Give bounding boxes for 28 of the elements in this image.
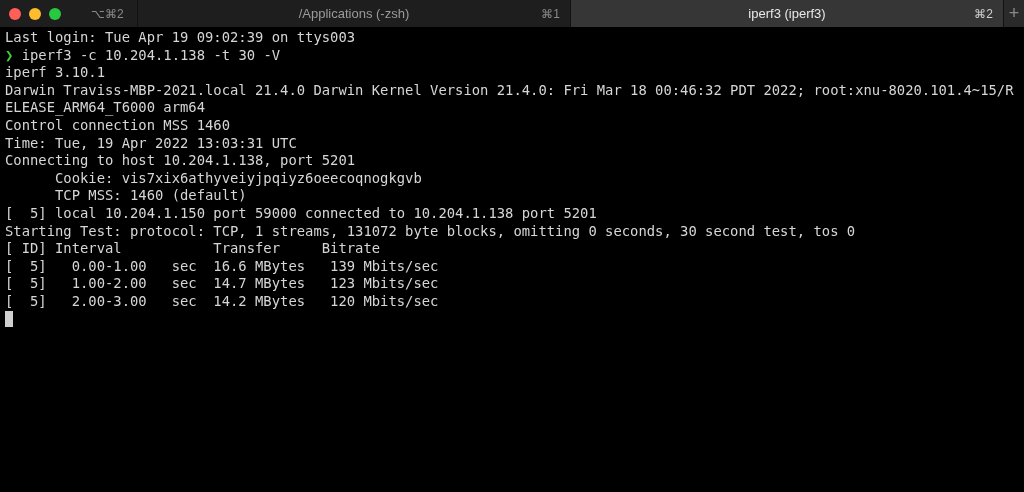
output-line: [ 5] 2.00-3.00 sec 14.2 MBytes 120 Mbits/sec <box>5 292 439 309</box>
tab-label: /Applications (-zsh) <box>298 4 410 23</box>
output-line: [ 5] 0.00-1.00 sec 16.6 MBytes 139 Mbits/sec <box>5 257 439 274</box>
output-line: Darwin Traviss-MBP-2021.local 21.4.0 Darwin Kernel Version 21.4.0: Fri Mar 18 00:46:32 PDT 2022; root:xnu-8020.101.4~15/R <box>5 81 1014 98</box>
output-line: ELEASE_ARM64_T6000 arm64 <box>5 99 206 116</box>
output-line: [ 5] 1.00-2.00 sec 14.7 MBytes 123 Mbits/sec <box>5 275 439 292</box>
new-tab-button[interactable]: + <box>1003 0 1024 27</box>
output-line: Connecting to host 10.204.1.138, port 5201 <box>5 152 356 169</box>
output-line: Starting Test: protocol: TCP, 1 streams, 131072 byte blocks, omitting 0 seconds, 30 second test, tos 0 <box>5 222 856 239</box>
zoom-icon[interactable] <box>49 7 61 20</box>
prompt-symbol: ❯ <box>5 46 14 63</box>
tab-shortcut: ⌘1 <box>541 5 560 23</box>
output-line: [ 5] local 10.204.1.150 port 59000 connected to 10.204.1.138 port 5201 <box>5 204 597 221</box>
output-line: Control connection MSS 1460 <box>5 116 231 133</box>
tab[interactable]: iperf3 (iperf3) ⌘2 <box>570 0 1003 27</box>
output-line: Cookie: vis7xix6athyveiyjpqiyz6oeecoqnogkgvb <box>54 169 422 186</box>
command-text: iperf3 -c 10.204.1.138 -t 30 -V <box>20 46 281 63</box>
output-line: Time: Tue, 19 Apr 2022 13:03:31 UTC <box>5 134 297 151</box>
window-shortcut: ⌥⌘2 <box>91 5 124 23</box>
close-icon[interactable] <box>9 7 21 20</box>
output-line: TCP MSS: 1460 (default) <box>54 187 247 204</box>
output-line: [ ID] Interval Transfer Bitrate <box>5 240 381 257</box>
minimize-icon[interactable] <box>29 7 41 20</box>
output-line: iperf 3.10.1 <box>5 64 106 81</box>
text-cursor <box>5 310 13 327</box>
output-line: Last login: Tue Apr 19 09:02:39 on ttys003 <box>5 29 356 45</box>
tab-shortcut: ⌘2 <box>974 5 993 23</box>
tab-label: iperf3 (iperf3) <box>748 4 826 23</box>
